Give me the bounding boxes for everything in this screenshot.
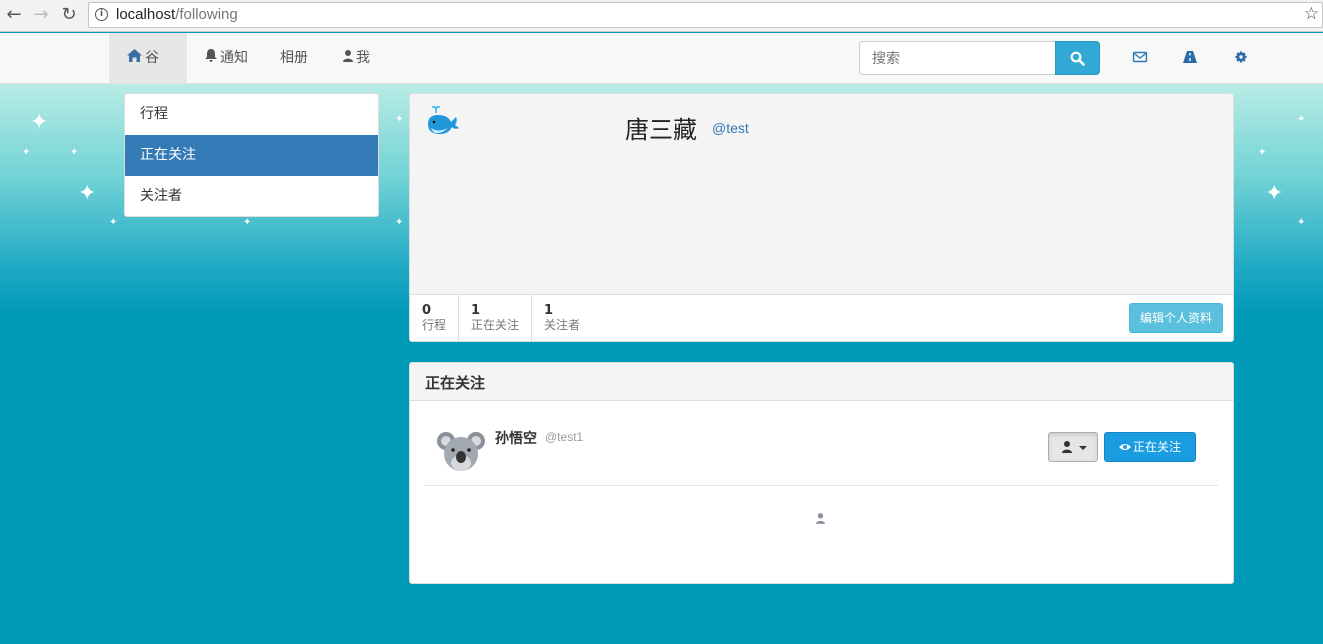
user-menu-dropdown[interactable] — [1048, 432, 1098, 462]
user-handle: @test1 — [545, 430, 584, 444]
reload-icon[interactable]: ↻ — [59, 5, 79, 25]
road-icon[interactable] — [1182, 49, 1198, 65]
browser-toolbar: ← → ↻ i localhost/following ☆ — [0, 0, 1323, 32]
forward-arrow-icon[interactable]: → — [31, 5, 51, 25]
koala-icon — [437, 432, 485, 471]
stat-trips-count: 0 — [422, 303, 432, 318]
bell-icon — [205, 49, 217, 62]
stat-followers-label: 关注者 — [544, 318, 581, 332]
nav-label-notifications: 通知 — [220, 50, 248, 66]
sidebar-item-trips[interactable]: 行程 — [125, 94, 378, 135]
stat-followers-count: 1 — [544, 303, 554, 318]
sparkle-icon: ✦ — [395, 114, 404, 125]
whale-icon — [428, 106, 459, 135]
nav-label-album: 相册 — [280, 50, 308, 66]
sidebar-item-followers[interactable]: 关注者 — [125, 176, 378, 216]
edit-profile-button[interactable]: 编辑个人资料 — [1129, 303, 1223, 333]
sidebar-menu: 行程 正在关注 关注者 — [124, 93, 379, 217]
envelope-icon[interactable] — [1132, 49, 1148, 65]
sparkle-icon: ✦ — [78, 181, 97, 206]
following-button-label: 正在关注 — [1132, 440, 1181, 454]
search-icon — [1070, 51, 1085, 66]
following-panel: 正在关注 孙悟空 @test1 正在关注 — [409, 362, 1234, 584]
url-host: localhost — [116, 6, 176, 23]
address-bar[interactable]: i localhost/following ☆ — [88, 2, 1323, 28]
stat-following-count: 1 — [471, 303, 481, 318]
info-icon[interactable]: i — [95, 8, 108, 21]
sparkle-icon: ✦ — [395, 217, 404, 228]
nav-item-me[interactable]: 我 — [325, 33, 388, 83]
user-icon[interactable] — [816, 513, 825, 524]
user-icon — [1062, 441, 1072, 453]
stat-trips[interactable]: 0 行程 — [410, 295, 459, 341]
search-button[interactable] — [1055, 41, 1100, 75]
navbar: 谷钉 通知 相册 我 — [0, 33, 1323, 116]
nav-item-home[interactable]: 谷钉 — [109, 33, 187, 116]
profile-card: 唐三藏 @test 0 行程 1 正在关注 1 关注者 编辑个人资料 — [409, 93, 1234, 342]
sparkle-icon: ✦ — [1297, 217, 1306, 228]
sparkle-icon: ✦ — [1258, 147, 1267, 158]
nav-item-album[interactable]: 相册 — [262, 33, 326, 83]
eye-icon — [1118, 444, 1131, 450]
url-path: /following — [175, 6, 238, 23]
caret-down-icon — [1079, 446, 1087, 450]
sparkle-icon: ✦ — [243, 217, 252, 228]
profile-handle[interactable]: @test — [712, 120, 749, 136]
stat-followers[interactable]: 1 关注者 — [532, 295, 605, 341]
home-icon — [127, 49, 142, 62]
stat-following-label: 正在关注 — [471, 318, 520, 332]
back-arrow-icon[interactable]: ← — [4, 5, 24, 25]
url-text[interactable]: localhost/following — [116, 6, 238, 23]
user-name[interactable]: 孙悟空 — [495, 428, 537, 448]
divider — [425, 485, 1218, 486]
nav-label-me: 我 — [356, 50, 370, 66]
sparkle-icon: ✦ — [70, 147, 79, 158]
sparkle-icon: ✦ — [22, 147, 31, 158]
star-icon[interactable]: ☆ — [1304, 4, 1319, 24]
following-button[interactable]: 正在关注 — [1104, 432, 1196, 462]
panel-title: 正在关注 — [410, 363, 1233, 401]
sparkle-icon: ✦ — [109, 217, 118, 228]
sparkle-icon: ✦ — [30, 110, 49, 135]
stat-trips-label: 行程 — [422, 318, 447, 332]
profile-stats: 0 行程 1 正在关注 1 关注者 编辑个人资料 — [410, 294, 1233, 341]
stat-following[interactable]: 1 正在关注 — [459, 295, 532, 341]
sparkle-icon: ✦ — [1297, 114, 1306, 125]
nav-item-notifications[interactable]: 通知 — [187, 33, 266, 83]
profile-name: 唐三藏 — [625, 116, 697, 144]
user-icon — [343, 50, 353, 62]
sparkle-icon: ✦ — [1265, 181, 1284, 206]
search-input[interactable] — [859, 41, 1056, 75]
cog-icon[interactable] — [1233, 49, 1249, 65]
sidebar-item-following[interactable]: 正在关注 — [125, 135, 378, 176]
